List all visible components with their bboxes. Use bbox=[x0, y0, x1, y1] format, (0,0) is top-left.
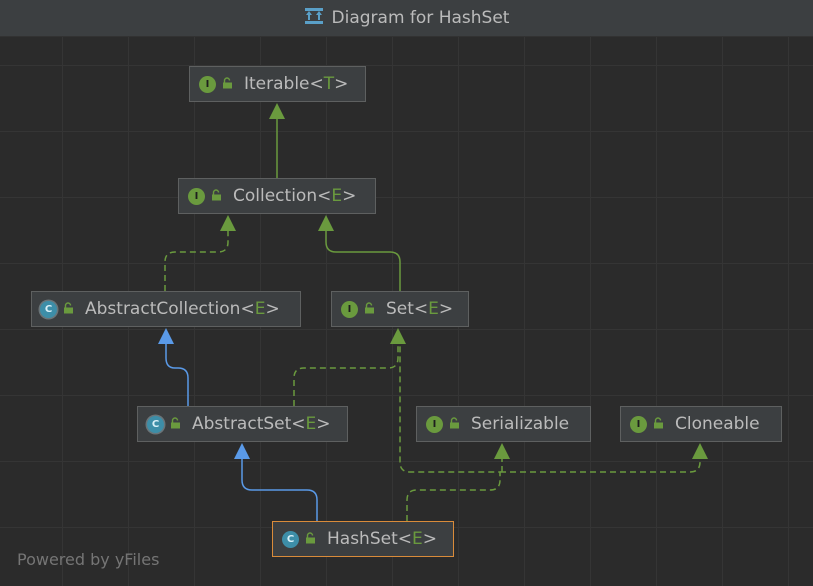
node-label: HashSet<E> bbox=[327, 529, 437, 549]
public-lock-icon bbox=[305, 529, 316, 549]
node-set[interactable]: I Set<E> bbox=[331, 291, 469, 327]
public-lock-icon bbox=[449, 414, 460, 434]
public-lock-icon bbox=[364, 299, 375, 319]
node-label: AbstractCollection<E> bbox=[85, 299, 280, 319]
node-abstract-set[interactable]: C AbstractSet<E> bbox=[137, 406, 348, 442]
node-label: AbstractSet<E> bbox=[192, 414, 331, 434]
abstract-class-icon: C bbox=[147, 415, 164, 433]
node-label: Iterable<T> bbox=[244, 74, 349, 94]
node-label: Collection<E> bbox=[233, 186, 357, 206]
edge-abstractset-to-abstractcollection[interactable] bbox=[158, 328, 189, 406]
edge-set-to-collection[interactable] bbox=[318, 215, 401, 291]
edge-abstractset-to-set[interactable] bbox=[293, 328, 406, 406]
node-iterable[interactable]: I Iterable<T> bbox=[189, 66, 366, 102]
interface-icon: I bbox=[188, 187, 205, 205]
interface-icon: I bbox=[199, 75, 216, 93]
node-collection[interactable]: I Collection<E> bbox=[178, 178, 376, 214]
edge-hashset-to-abstractset[interactable] bbox=[234, 443, 318, 521]
edge-abstractcollection-to-collection[interactable] bbox=[164, 215, 236, 291]
public-lock-icon bbox=[170, 414, 181, 434]
interface-icon: I bbox=[630, 415, 647, 433]
edge-hashset-to-serializable[interactable] bbox=[494, 443, 510, 472]
interface-icon: I bbox=[426, 415, 443, 433]
node-serializable[interactable]: I Serializable bbox=[416, 406, 591, 442]
public-lock-icon bbox=[653, 414, 664, 434]
node-abstract-collection[interactable]: C AbstractCollection<E> bbox=[31, 291, 301, 327]
edge-hashset-to-cloneable[interactable] bbox=[500, 443, 708, 473]
public-lock-icon bbox=[211, 186, 222, 206]
node-label: Set<E> bbox=[386, 299, 454, 319]
edge-collection-to-iterable[interactable] bbox=[269, 103, 285, 179]
node-cloneable[interactable]: I Cloneable bbox=[620, 406, 782, 442]
public-lock-icon bbox=[63, 299, 74, 319]
class-icon: C bbox=[282, 530, 299, 548]
powered-by-label: Powered by yFiles bbox=[17, 550, 160, 569]
diagram-window: Diagram for HashSet I Iterable<T> I Coll… bbox=[0, 0, 813, 586]
interface-icon: I bbox=[341, 300, 358, 318]
node-hashset[interactable]: C HashSet<E> bbox=[272, 521, 454, 557]
public-lock-icon bbox=[222, 74, 233, 94]
node-label: Cloneable bbox=[675, 414, 760, 434]
node-label: Serializable bbox=[471, 414, 570, 434]
abstract-class-icon: C bbox=[40, 300, 57, 318]
